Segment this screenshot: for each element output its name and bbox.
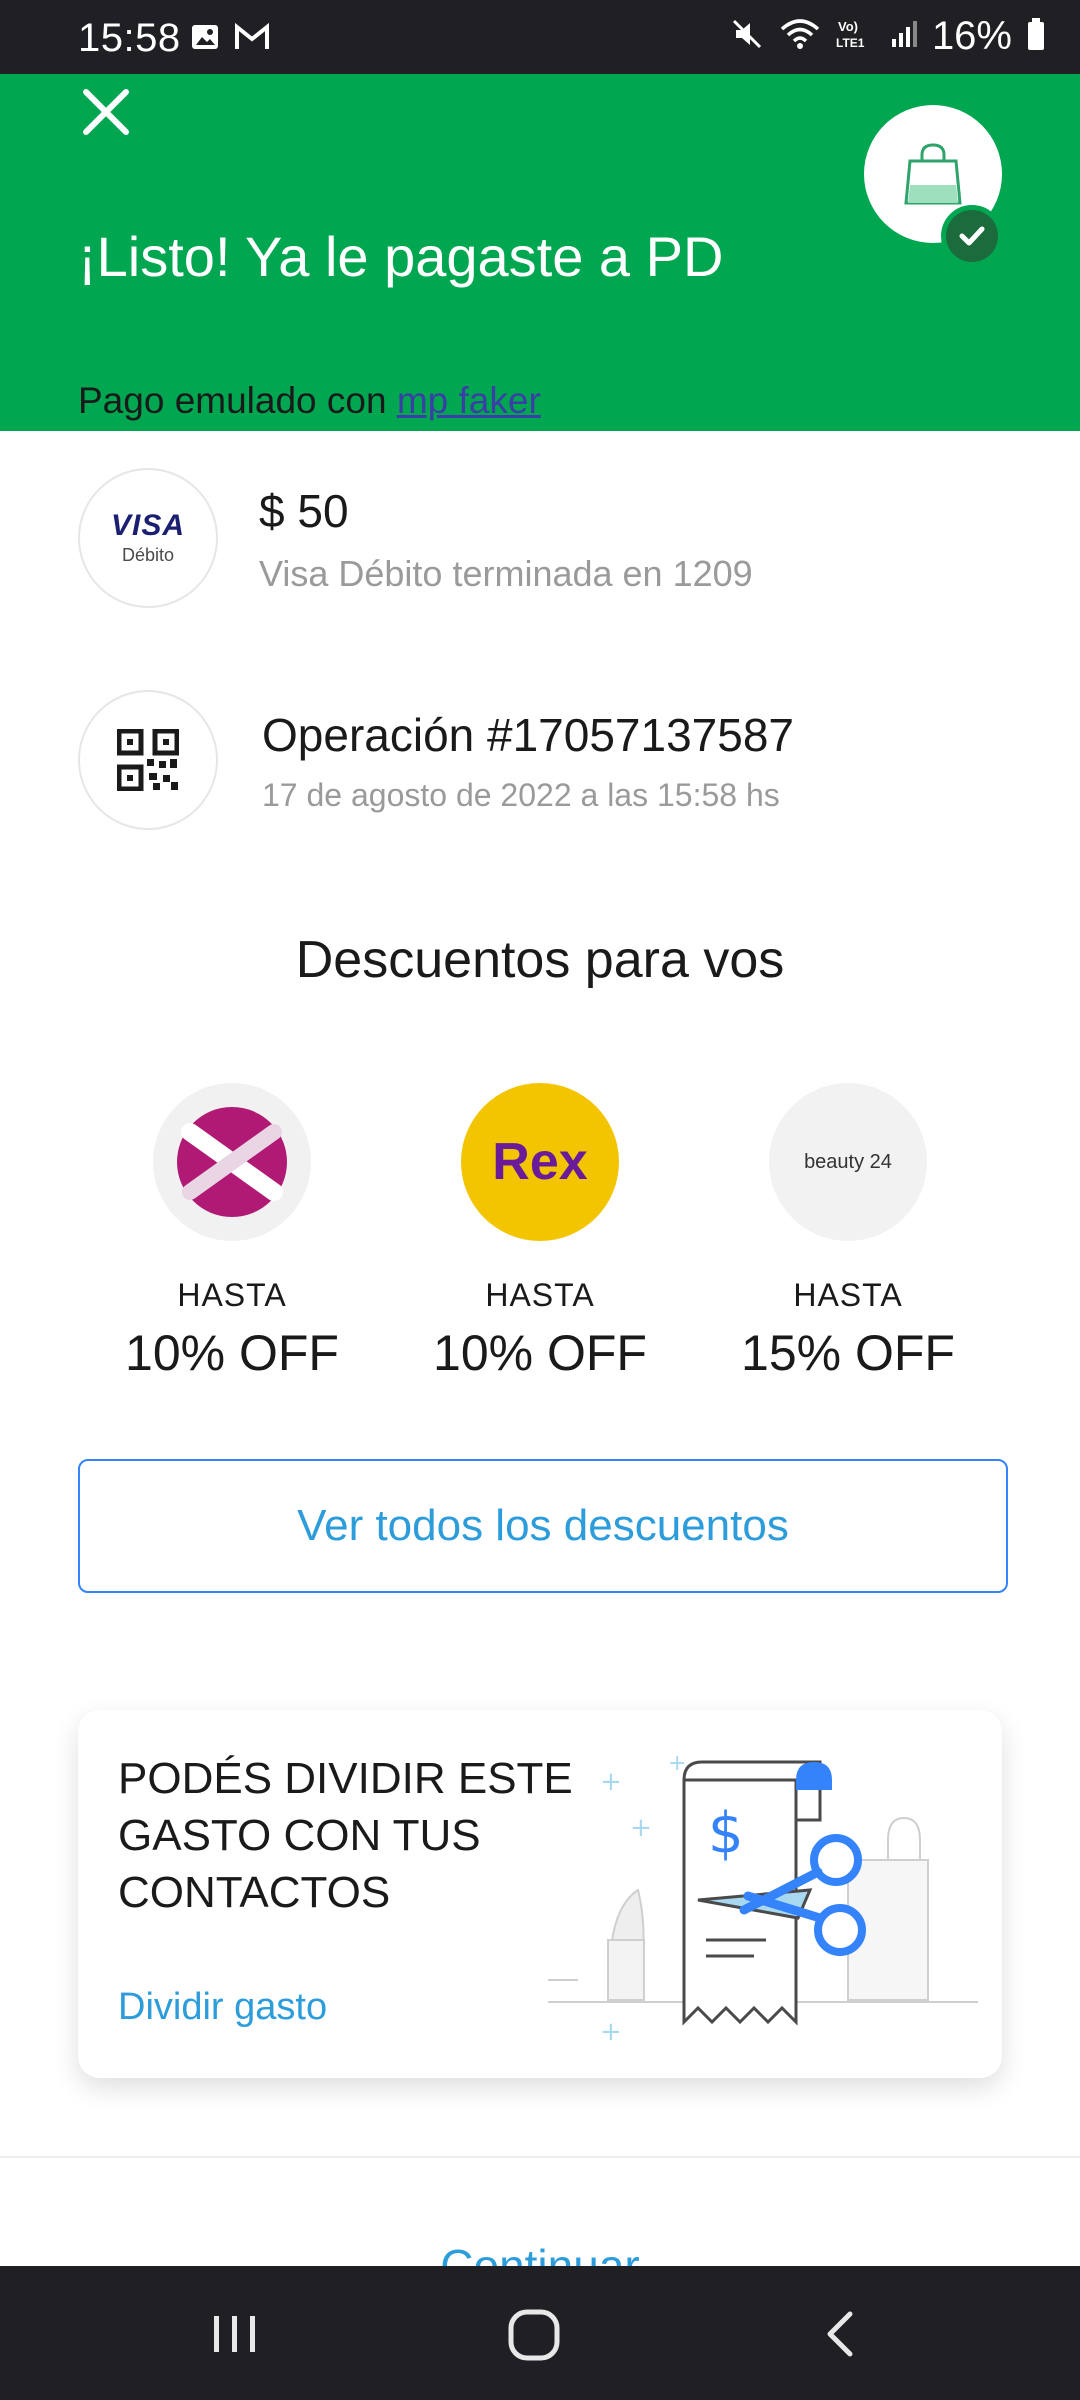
subtitle-prefix: Pago emulado con <box>78 380 397 421</box>
mute-icon <box>730 17 764 56</box>
home-icon <box>508 2309 560 2361</box>
discount-label: HASTA <box>793 1277 903 1313</box>
x-brand-logo-icon <box>177 1107 287 1217</box>
recent-apps-icon <box>214 2316 255 2352</box>
back-button[interactable] <box>810 2304 870 2369</box>
qr-code-avatar <box>78 690 218 830</box>
rex-logo: Rex <box>461 1083 619 1241</box>
discount-value: 10% OFF <box>433 1325 647 1381</box>
status-left-icons <box>190 22 270 57</box>
recent-apps-button[interactable] <box>205 2304 265 2369</box>
beauty24-logo-text: beauty 24 <box>804 1150 892 1173</box>
card-brand: VISA <box>110 508 186 542</box>
divide-expense-link[interactable]: Dividir gasto <box>118 1986 327 2029</box>
svg-text:+: + <box>600 1767 622 1797</box>
shopping-bag-icon <box>904 143 962 205</box>
status-right-icons: Vo) LTE1 16% <box>730 14 1046 59</box>
mp-faker-link[interactable]: mp faker <box>397 380 541 421</box>
card-description: Visa Débito terminada en 1209 <box>259 553 753 594</box>
rex-logo-text: Rex <box>492 1133 588 1191</box>
back-icon <box>827 2311 853 2357</box>
divide-expense-text: PODÉS DIVIDIR ESTE GASTO CON TUS CONTACT… <box>118 1754 573 1917</box>
battery-percent: 16% <box>931 14 1012 58</box>
discount-item[interactable]: Rex HASTA 10% OFF <box>420 1083 660 1382</box>
qr-code-icon <box>117 729 179 791</box>
status-bar: 15:58 Vo) LTE1 16% <box>0 0 1080 74</box>
svg-text:Vo): Vo) <box>838 19 858 34</box>
status-time: 15:58 <box>78 16 181 60</box>
gmail-icon <box>234 22 270 57</box>
discount-item[interactable]: HASTA 10% OFF <box>112 1083 352 1382</box>
system-nav-bar <box>0 2266 1080 2400</box>
operation-date: 17 de agosto de 2022 a las 15:58 hs <box>262 777 780 813</box>
continue-button[interactable]: Continuar <box>0 2236 1080 2266</box>
wifi-icon <box>778 17 822 56</box>
svg-text:LTE1: LTE1 <box>836 36 865 50</box>
payment-amount: $ 50 <box>259 485 349 537</box>
svg-text:+: + <box>600 2017 622 2047</box>
visa-debit-logo: VISA Débito <box>78 468 218 608</box>
discounts-title: Descuentos para vos <box>295 931 785 989</box>
home-button[interactable] <box>505 2304 565 2369</box>
close-button[interactable] <box>78 84 134 140</box>
receipt-scissors-illustration: + + + + $ <box>548 1751 978 2047</box>
x-brand-logo <box>153 1083 311 1241</box>
volte-icon: Vo) LTE1 <box>836 17 876 56</box>
discount-value: 15% OFF <box>741 1325 955 1381</box>
close-icon <box>83 89 129 135</box>
divide-expense-card: PODÉS DIVIDIR ESTE GASTO CON TUS CONTACT… <box>78 1710 1002 2078</box>
card-type: Débito <box>121 544 175 565</box>
signal-icon <box>890 19 918 54</box>
view-all-discounts-button[interactable]: Ver todos los descuentos <box>78 1459 1008 1593</box>
success-check-badge <box>941 205 1003 267</box>
operation-number: Operación #17057137587 <box>262 709 795 761</box>
divider <box>0 2156 1080 2158</box>
svg-text:+: + <box>630 1813 652 1843</box>
battery-icon <box>1026 17 1046 56</box>
discount-label: HASTA <box>177 1277 287 1313</box>
svg-text:$: $ <box>708 1801 744 1866</box>
header-subtitle: Pago emulado con mp faker <box>78 380 541 422</box>
discount-value: 10% OFF <box>125 1325 339 1381</box>
discount-label: HASTA <box>485 1277 595 1313</box>
page-title: ¡Listo! Ya le pagaste a PD <box>78 225 724 288</box>
discount-item[interactable]: beauty 24 HASTA 15% OFF <box>728 1083 968 1382</box>
check-icon <box>959 226 985 246</box>
image-icon <box>190 22 220 57</box>
beauty24-logo: beauty 24 <box>769 1083 927 1241</box>
